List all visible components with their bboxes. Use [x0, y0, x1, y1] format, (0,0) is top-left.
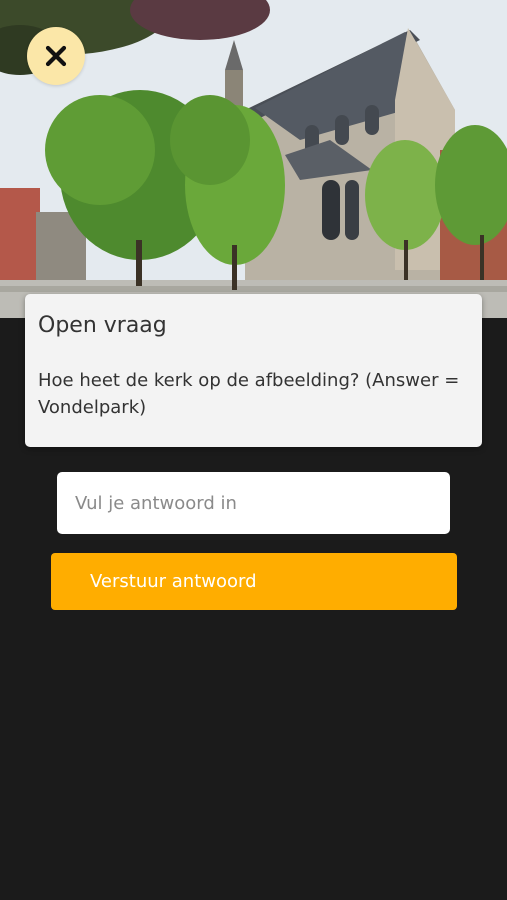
submit-answer-button[interactable]: Verstuur antwoord: [51, 553, 457, 610]
close-icon: [45, 45, 67, 67]
submit-answer-label: Verstuur antwoord: [90, 571, 257, 592]
question-screen: Open vraag Hoe heet de kerk op de afbeel…: [0, 0, 507, 900]
question-title: Open vraag: [38, 313, 167, 338]
answer-input[interactable]: [57, 472, 450, 534]
question-text: Hoe heet de kerk op de afbeelding? (Answ…: [38, 370, 460, 418]
close-button[interactable]: [27, 27, 85, 85]
question-card: Open vraag Hoe heet de kerk op de afbeel…: [25, 294, 482, 447]
